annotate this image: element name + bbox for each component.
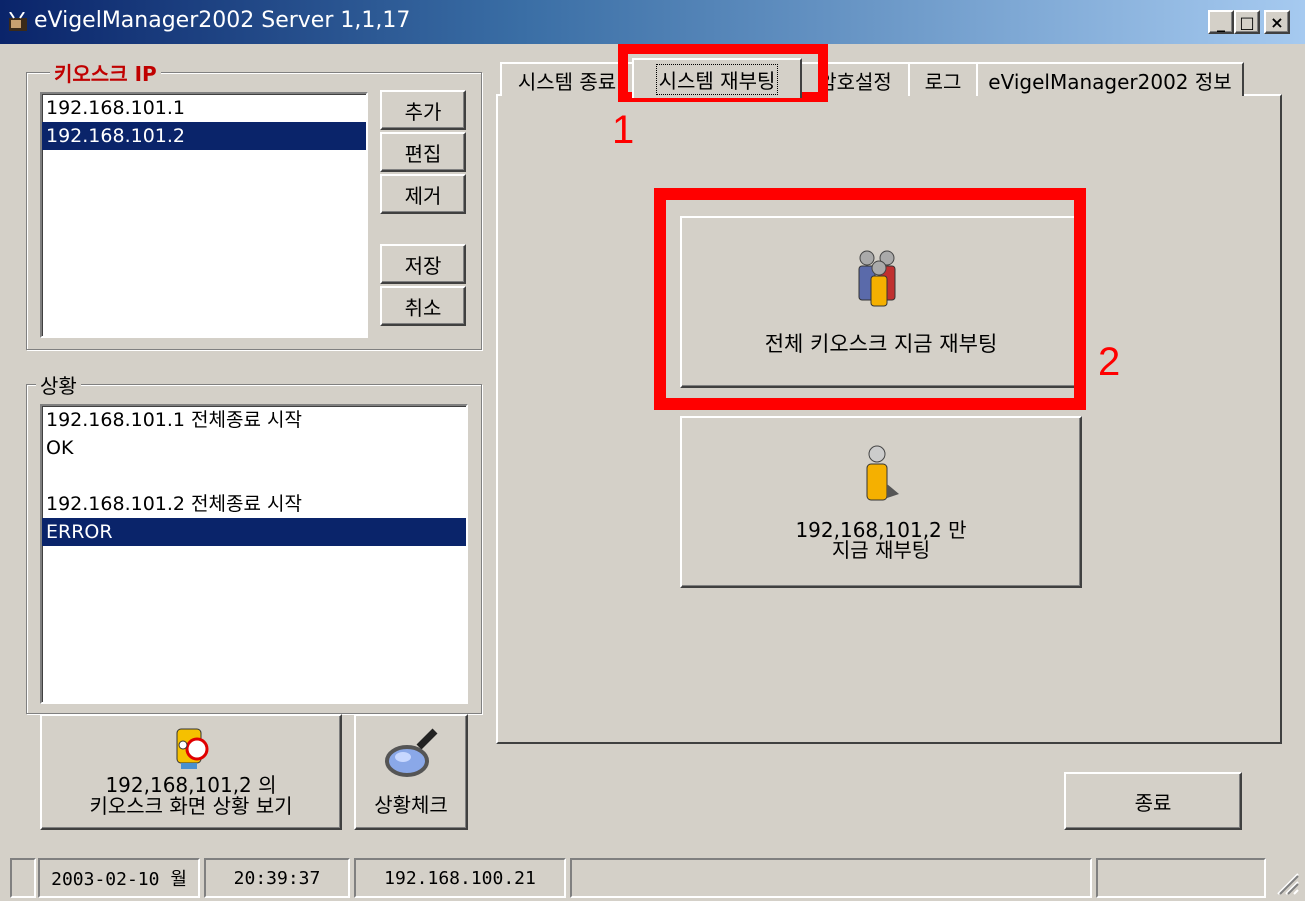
annotation-label-1: 1	[612, 108, 635, 152]
add-button[interactable]: 추가	[380, 90, 466, 130]
status-check-button[interactable]: 상황체크	[354, 714, 468, 830]
list-item	[42, 462, 466, 490]
tab-log[interactable]: 로그	[908, 62, 978, 96]
people-group-icon	[853, 246, 909, 308]
statusbar-left-spacer	[10, 858, 36, 898]
remove-button[interactable]: 제거	[380, 174, 466, 214]
reboot-all-kiosks-button[interactable]: 전체 키오스크 지금 재부팅	[680, 216, 1082, 388]
kiosk-ip-legend: 키오스크 IP	[50, 58, 161, 87]
list-item-selected[interactable]: 192.168.101.2	[42, 122, 366, 150]
resize-grip-icon[interactable]	[1270, 866, 1300, 896]
statusbar-date: 2003-02-10 월	[38, 858, 200, 898]
cancel-button[interactable]: 취소	[380, 286, 466, 326]
statusbar-extra	[1096, 858, 1266, 898]
tab-system-reboot[interactable]: 시스템 재부팅	[632, 58, 802, 98]
exit-button[interactable]: 종료	[1064, 772, 1242, 830]
kiosk-ip-list[interactable]: 192.168.101.1 192.168.101.2	[40, 92, 368, 338]
view-kiosk-screen-button[interactable]: 192,168,101,2 의 키오스크 화면 상황 보기	[40, 714, 342, 830]
tv-icon	[8, 11, 30, 32]
statusbar-message	[570, 858, 1092, 898]
list-item: OK	[46, 437, 74, 459]
magnifying-glass-icon	[383, 727, 439, 783]
save-button[interactable]: 저장	[380, 244, 466, 284]
tab-system-shutdown[interactable]: 시스템 종료	[500, 62, 634, 96]
status-legend: 상황	[36, 370, 81, 399]
window-title: eVigelManager2002 Server 1,1,17	[34, 8, 411, 33]
annotation-label-2: 2	[1098, 340, 1121, 384]
tab-about[interactable]: eVigelManager2002 정보	[976, 62, 1244, 96]
list-item-selected: ERROR	[42, 518, 466, 546]
list-item[interactable]: 192.168.101.1	[42, 94, 366, 122]
statusbar-time: 20:39:37	[204, 858, 350, 898]
minimize-button[interactable]: _	[1208, 10, 1234, 34]
title-bar[interactable]: eVigelManager2002 Server 1,1,17 _ □ ×	[0, 0, 1305, 44]
list-item: 192.168.101.2 전체종료 시작	[46, 493, 302, 515]
close-button[interactable]: ×	[1264, 10, 1290, 34]
maximize-button[interactable]: □	[1234, 10, 1260, 34]
reboot-single-kiosk-button[interactable]: 192,168,101,2 만 지금 재부팅	[680, 416, 1082, 588]
tab-password-settings[interactable]: 암호설정	[800, 62, 910, 96]
list-item: 192.168.101.1 전체종료 시작	[46, 409, 302, 431]
statusbar-ip: 192.168.100.21	[354, 858, 566, 898]
edit-button[interactable]: 편집	[380, 132, 466, 172]
status-log-list[interactable]: 192.168.101.1 전체종료 시작 OK 192.168.101.2 전…	[40, 404, 468, 704]
character-magnifier-icon	[169, 727, 213, 771]
person-icon	[861, 444, 901, 504]
